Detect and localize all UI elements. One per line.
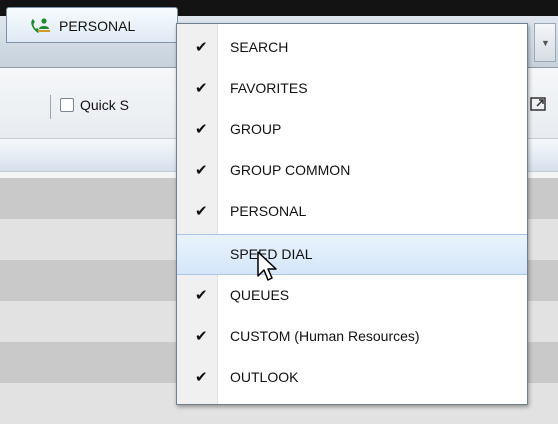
menu-item-group-common[interactable]: ✔ GROUP COMMON [177, 150, 527, 191]
menu-item-label: QUEUES [230, 287, 290, 303]
check-icon: ✔ [195, 80, 208, 97]
menu-item-label: GROUP COMMON [230, 162, 351, 178]
check-icon: ✔ [195, 39, 208, 56]
check-icon: ✔ [195, 162, 208, 179]
check-icon: ✔ [195, 121, 208, 138]
menu-item-speed-dial[interactable]: SPEED DIAL [177, 234, 527, 275]
directory-tab-label: PERSONAL [59, 18, 136, 34]
menu-item-personal[interactable]: ✔ PERSONAL [177, 191, 527, 232]
menu-item-outlook[interactable]: ✔ OUTLOOK [177, 357, 527, 398]
check-icon: ✔ [195, 203, 208, 220]
menu-item-group[interactable]: ✔ GROUP [177, 109, 527, 150]
quick-search-label: Quick S [80, 97, 130, 113]
menu-item-label: GROUP [230, 121, 282, 137]
popout-icon[interactable] [530, 96, 548, 112]
toolbar-separator [50, 95, 51, 119]
check-icon: ✔ [195, 328, 208, 345]
menu-item-search[interactable]: ✔ SEARCH [177, 27, 527, 68]
tab-dropdown-button[interactable]: ▼ [534, 23, 556, 62]
menu-item-label: SEARCH [230, 39, 289, 55]
menu-item-label: CUSTOM (Human Resources) [230, 328, 420, 344]
menu-item-label: FAVORITES [230, 80, 308, 96]
mouse-pointer-icon [257, 251, 277, 281]
menu-item-favorites[interactable]: ✔ FAVORITES [177, 68, 527, 109]
menu-item-custom[interactable]: ✔ CUSTOM (Human Resources) [177, 316, 527, 357]
phone-person-icon [31, 18, 50, 33]
directory-tabs-menu: ✔ SEARCH ✔ FAVORITES ✔ GROUP ✔ GROUP COM… [176, 23, 528, 405]
check-icon: ✔ [195, 369, 208, 386]
menu-item-label: OUTLOOK [230, 369, 299, 385]
menu-item-queues[interactable]: ✔ QUEUES [177, 275, 527, 316]
menu-item-label: PERSONAL [230, 203, 307, 219]
chevron-down-icon: ▼ [541, 38, 550, 48]
quick-search-checkbox[interactable] [60, 98, 74, 112]
check-icon: ✔ [195, 287, 208, 304]
directory-tab-personal[interactable]: PERSONAL [6, 7, 178, 43]
